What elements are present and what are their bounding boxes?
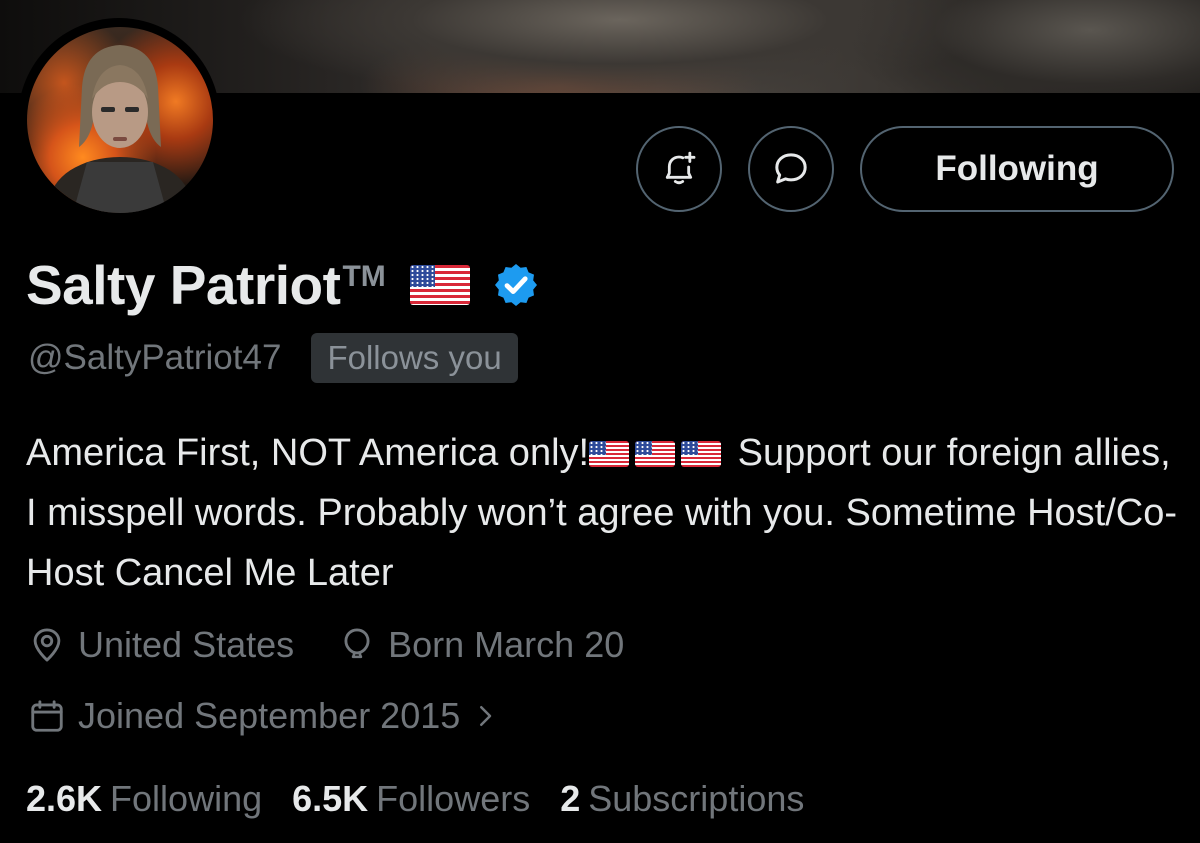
- bio-text-part1: America First, NOT America only!: [26, 432, 590, 474]
- balloon-icon: [344, 628, 370, 659]
- following-label: Following: [110, 778, 263, 819]
- profile-meta-row: United States Born March 20: [28, 620, 624, 670]
- display-name: Salty Patriot: [26, 254, 341, 316]
- us-flag-icon: [635, 441, 676, 467]
- joined-text: Joined September 2015: [78, 695, 461, 736]
- trademark-mark: TM: [342, 260, 386, 293]
- profile-stats: 2.6K Following 6.5K Followers 2 Subscrip…: [26, 773, 804, 825]
- joined-row[interactable]: Joined September 2015: [28, 691, 512, 741]
- us-flag-icon: [409, 265, 470, 305]
- following-count: 2.6K: [26, 778, 103, 819]
- message-bubble-icon: [775, 153, 807, 184]
- chevron-right-icon: [480, 706, 492, 726]
- subscriptions-stat-link[interactable]: 2 Subscriptions: [560, 778, 804, 820]
- subscriptions-count: 2: [560, 778, 581, 819]
- avatar[interactable]: [27, 27, 213, 213]
- notifications-button[interactable]: [636, 126, 722, 212]
- avatar-portrait: [50, 45, 190, 213]
- following-button[interactable]: Following: [860, 126, 1174, 212]
- handle: @SaltyPatriot47: [28, 338, 282, 377]
- followers-label: Followers: [376, 778, 531, 819]
- profile-bio: America First, NOT America only! Support…: [26, 423, 1186, 603]
- handle-row: @SaltyPatriot47 Follows you: [28, 332, 518, 384]
- message-button[interactable]: [748, 126, 834, 212]
- birthday-text: Born March 20: [388, 624, 625, 665]
- location-item: United States: [28, 624, 294, 666]
- followers-count: 6.5K: [292, 778, 369, 819]
- follows-you-badge: Follows you: [311, 333, 518, 383]
- birthday-item: Born March 20: [338, 624, 624, 666]
- joined-item[interactable]: Joined September 2015: [28, 695, 512, 737]
- us-flag-icon: [681, 441, 722, 467]
- profile-name-row: Salty Patriot TM: [26, 250, 540, 320]
- location-text: United States: [78, 624, 295, 665]
- location-pin-icon: [33, 628, 61, 662]
- following-button-label: Following: [935, 149, 1099, 188]
- bell-plus-icon: [665, 151, 696, 185]
- verified-badge-icon[interactable]: [492, 261, 540, 309]
- calendar-icon: [31, 700, 63, 732]
- subscriptions-label: Subscriptions: [588, 778, 805, 819]
- us-flag-icon: [589, 441, 630, 467]
- followers-stat-link[interactable]: 6.5K Followers: [292, 778, 530, 820]
- following-stat-link[interactable]: 2.6K Following: [26, 778, 262, 820]
